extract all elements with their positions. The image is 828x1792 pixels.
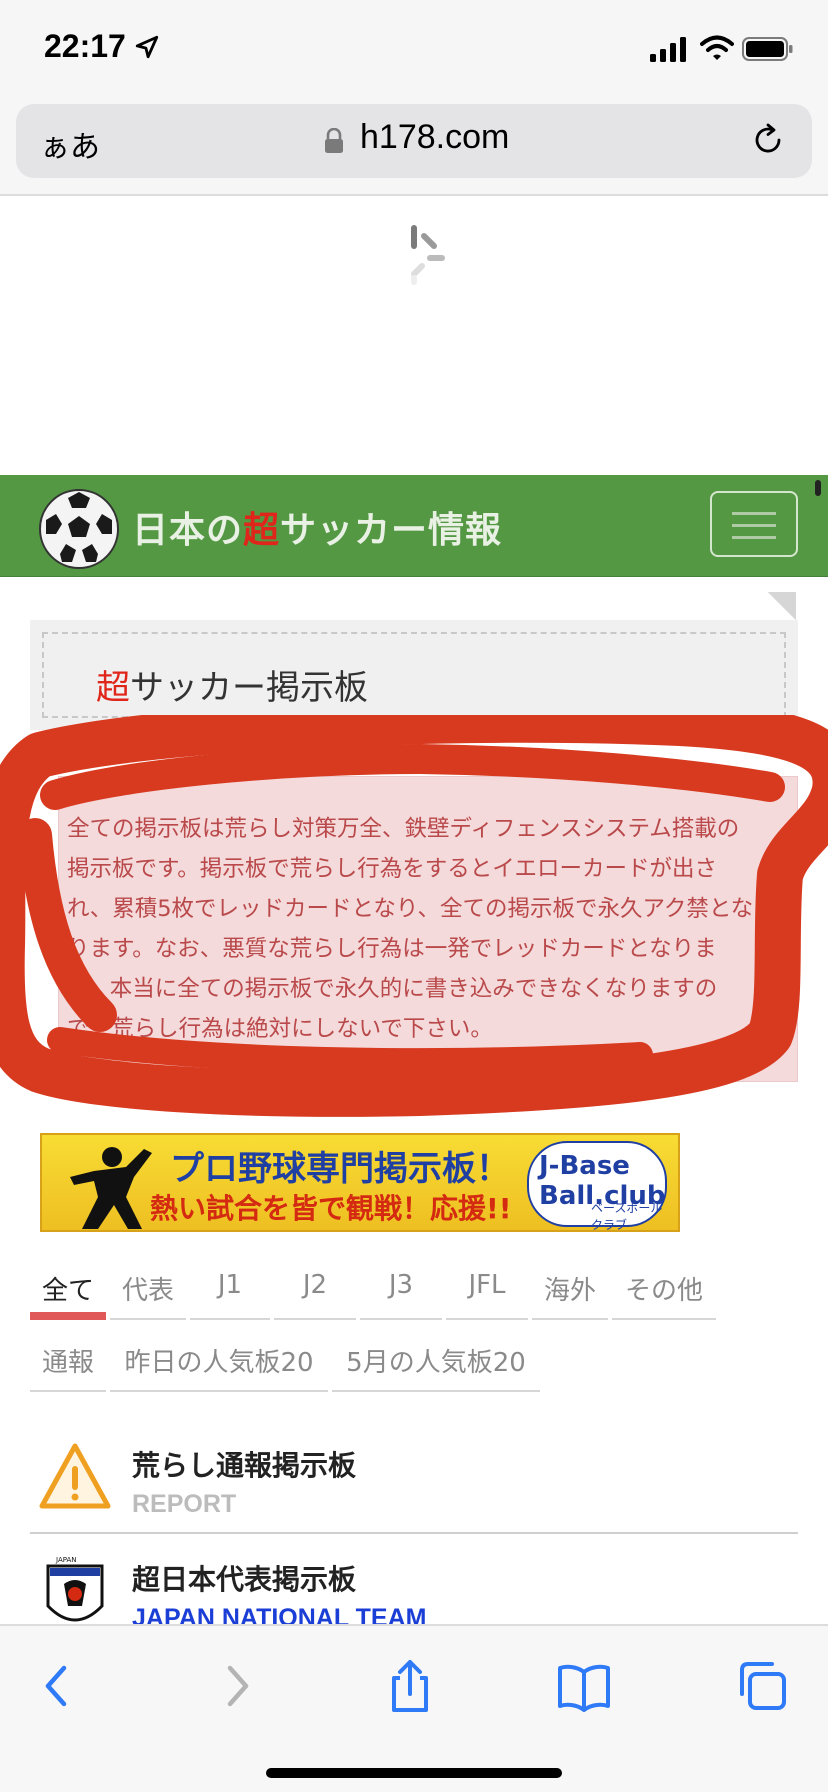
status-bar: 22:17: [0, 0, 828, 96]
jfa-emblem-icon: JAPAN: [46, 1556, 104, 1622]
site-header: 日本の超サッカー情報: [0, 475, 828, 577]
back-arrow-icon[interactable]: [28, 1656, 88, 1716]
reader-settings-button[interactable]: ぁあ: [40, 122, 100, 166]
baseball-board-banner[interactable]: プロ野球専門掲示板！ 熱い試合を皆で観戦！応援!! J-Base Ball.cl…: [40, 1133, 680, 1232]
tab-report[interactable]: 通報: [30, 1332, 106, 1392]
tab-yesterday-popular[interactable]: 昨日の人気板20: [110, 1332, 328, 1392]
board-title-rest: サッカー掲示板: [130, 668, 368, 708]
cellular-signal-icon: [650, 37, 686, 62]
browser-address-area: ぁあ h178.com: [0, 96, 828, 196]
tab-may-popular[interactable]: 5月の人気板20: [332, 1332, 540, 1392]
tab-national[interactable]: 代表: [110, 1260, 186, 1320]
svg-text:JAPAN: JAPAN: [55, 1556, 77, 1564]
location-arrow-icon: [135, 35, 159, 59]
list-item-title: 超日本代表掲示板: [132, 1563, 357, 1596]
warning-icon: [39, 1443, 111, 1509]
browser-toolbar: [0, 1624, 828, 1792]
tab-j3[interactable]: J3: [360, 1260, 442, 1320]
lock-icon: [325, 128, 343, 153]
board-title: 超サッカー掲示板: [96, 660, 368, 709]
jbaseball-logo-sub: ベースボールクラブ: [591, 1201, 663, 1232]
battery-icon: [742, 37, 793, 61]
address-bar[interactable]: ぁあ h178.com: [16, 104, 812, 178]
baseball-player-icon: [70, 1147, 152, 1229]
rules-notice: 全ての掲示板は荒らし対策万全、鉄壁ディフェンスシステム搭載の掲示板です。掲示板で…: [58, 776, 798, 1082]
tab-overseas[interactable]: 海外: [532, 1260, 608, 1320]
site-title-prefix: 日本の: [132, 510, 244, 551]
corner-fold-decoration: [768, 592, 796, 620]
list-item-subtitle: REPORT: [132, 1490, 237, 1518]
scroll-indicator: [815, 480, 821, 496]
board-title-accent: 超: [96, 668, 130, 708]
list-item-title: 荒らし通報掲示板: [132, 1449, 357, 1482]
wifi-icon: [700, 35, 734, 60]
banner-subline: 熱い試合を皆で観戦！応援!!: [150, 1192, 512, 1225]
jbaseball-logo: J-Base Ball.club ベースボールクラブ: [527, 1141, 667, 1230]
hamburger-menu-button[interactable]: [710, 491, 798, 557]
home-indicator: [266, 1768, 562, 1778]
tab-j2[interactable]: J2: [274, 1260, 356, 1320]
rules-notice-text: 全ての掲示板は荒らし対策万全、鉄壁ディフェンスシステム搭載の掲示板です。掲示板で…: [67, 816, 754, 1042]
site-title[interactable]: 日本の超サッカー情報: [132, 501, 502, 553]
tabs-icon[interactable]: [732, 1656, 792, 1716]
forward-arrow-icon[interactable]: [206, 1656, 266, 1716]
tab-other[interactable]: その他: [612, 1260, 716, 1320]
share-icon[interactable]: [380, 1656, 440, 1716]
reload-icon[interactable]: [750, 122, 786, 158]
tab-all[interactable]: 全て: [30, 1260, 106, 1320]
banner-headline: プロ野球専門掲示板！: [170, 1149, 510, 1189]
bookmarks-icon[interactable]: [554, 1656, 614, 1716]
site-title-accent: 超: [243, 510, 281, 551]
tab-jfl[interactable]: JFL: [446, 1260, 528, 1320]
status-time: 22:17: [44, 28, 126, 64]
board-title-card: 超サッカー掲示板: [30, 620, 798, 730]
loading-spinner-icon: [411, 225, 445, 285]
tab-j1[interactable]: J1: [190, 1260, 270, 1320]
site-title-suffix: サッカー情報: [280, 510, 503, 551]
list-item-report-board[interactable]: 荒らし通報掲示板 REPORT: [30, 1422, 798, 1534]
soccer-ball-icon[interactable]: [38, 488, 120, 570]
url-text[interactable]: h178.com: [360, 118, 509, 157]
